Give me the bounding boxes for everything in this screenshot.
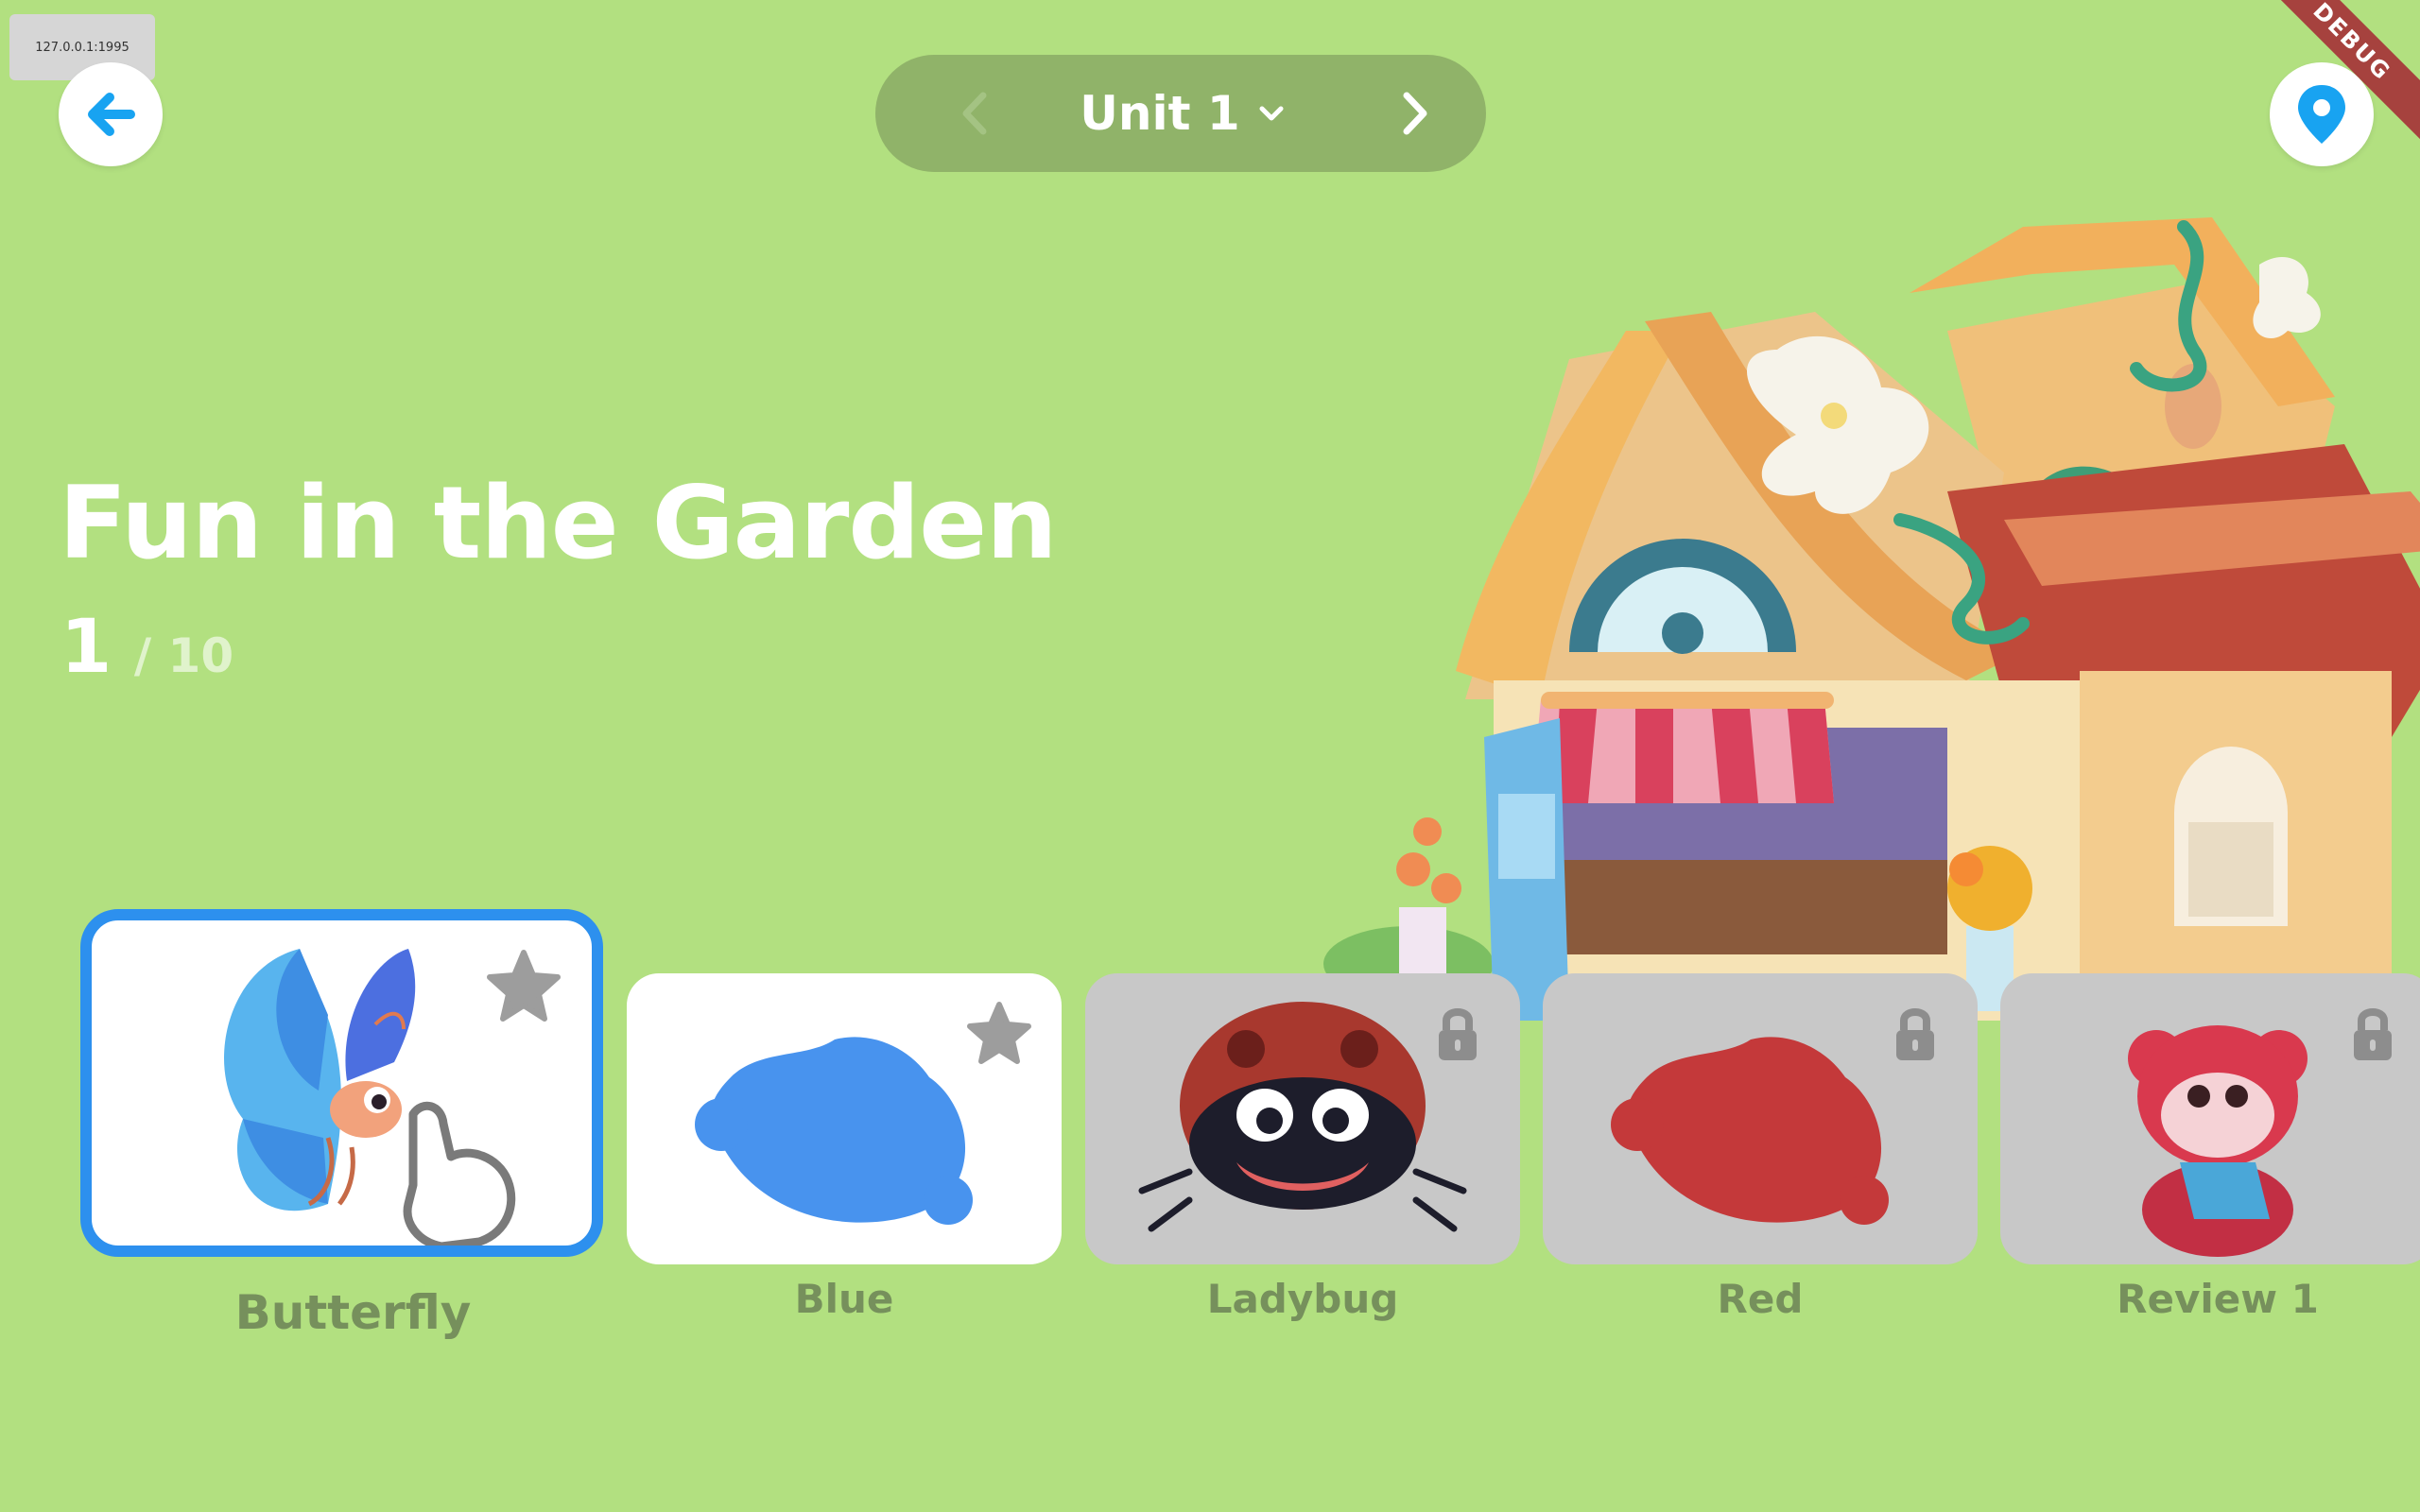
chevron-down-icon — [1259, 106, 1284, 121]
star-icon — [487, 950, 561, 1022]
back-button[interactable] — [59, 62, 163, 166]
chevron-left-icon — [962, 92, 987, 135]
chevron-right-icon — [1403, 92, 1427, 135]
garden-house-illustration — [1323, 217, 2420, 1021]
lesson-label: Blue — [794, 1276, 894, 1322]
lesson-card-body — [627, 973, 1062, 1264]
lock-icon — [1896, 1008, 1934, 1060]
progress-total: / 10 — [133, 628, 234, 683]
unit-dropdown[interactable]: Unit 1 — [1064, 55, 1301, 172]
lesson-card-body — [1085, 973, 1520, 1264]
previous-unit-button[interactable] — [943, 81, 1008, 146]
unit-label: Unit 1 — [1080, 86, 1240, 141]
lesson-label: Review 1 — [2117, 1276, 2319, 1322]
progress-current: 1 — [60, 605, 112, 690]
lesson-label: Butterfly — [234, 1285, 472, 1340]
lesson-card-body — [2000, 973, 2420, 1264]
lesson-card-butterfly[interactable]: Butterfly — [80, 909, 603, 1340]
unit-switcher: Unit 1 — [875, 55, 1486, 172]
star-icon — [967, 1002, 1031, 1064]
map-location-button[interactable] — [2270, 62, 2374, 166]
unit-title: Fun in the Garden — [59, 465, 1058, 581]
lesson-label: Red — [1717, 1276, 1804, 1322]
lock-icon — [1439, 1008, 1477, 1060]
lesson-label: Ladybug — [1206, 1276, 1399, 1322]
arrow-left-icon — [88, 93, 135, 136]
next-unit-button[interactable] — [1382, 81, 1446, 146]
lesson-progress: 1 / 10 — [60, 605, 233, 690]
lock-icon — [2354, 1008, 2392, 1060]
lesson-card-body — [1543, 973, 1978, 1264]
map-pin-icon — [2298, 85, 2345, 144]
